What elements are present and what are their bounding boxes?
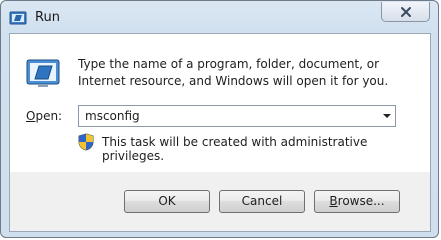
window-title: Run — [35, 10, 60, 25]
ok-button[interactable]: OK — [124, 190, 210, 213]
close-button[interactable] — [381, 2, 430, 22]
close-icon — [400, 7, 411, 17]
chevron-down-icon[interactable] — [383, 114, 391, 118]
run-dialog-window: Run Type the name of a program, folder, … — [0, 0, 439, 238]
title-bar[interactable]: Run — [1, 1, 438, 35]
uac-shield-icon — [78, 133, 94, 151]
open-combobox-value[interactable]: msconfig — [85, 109, 140, 123]
run-icon — [9, 10, 27, 26]
button-bar: OK Cancel Browse... — [9, 172, 431, 232]
open-combobox[interactable]: msconfig — [78, 105, 396, 127]
dialog-body: Type the name of a program, folder, docu… — [9, 33, 431, 173]
browse-button[interactable]: Browse... — [314, 190, 400, 213]
open-label: Open: — [26, 109, 62, 123]
browse-label: rowse... — [337, 194, 385, 208]
cancel-button[interactable]: Cancel — [219, 190, 305, 213]
admin-privileges-note: This task will be created with administr… — [102, 135, 368, 163]
browse-accelerator: B — [329, 194, 338, 208]
open-label-text: pen: — [35, 109, 63, 123]
run-program-icon — [26, 58, 60, 88]
dialog-description: Type the name of a program, folder, docu… — [78, 57, 389, 88]
